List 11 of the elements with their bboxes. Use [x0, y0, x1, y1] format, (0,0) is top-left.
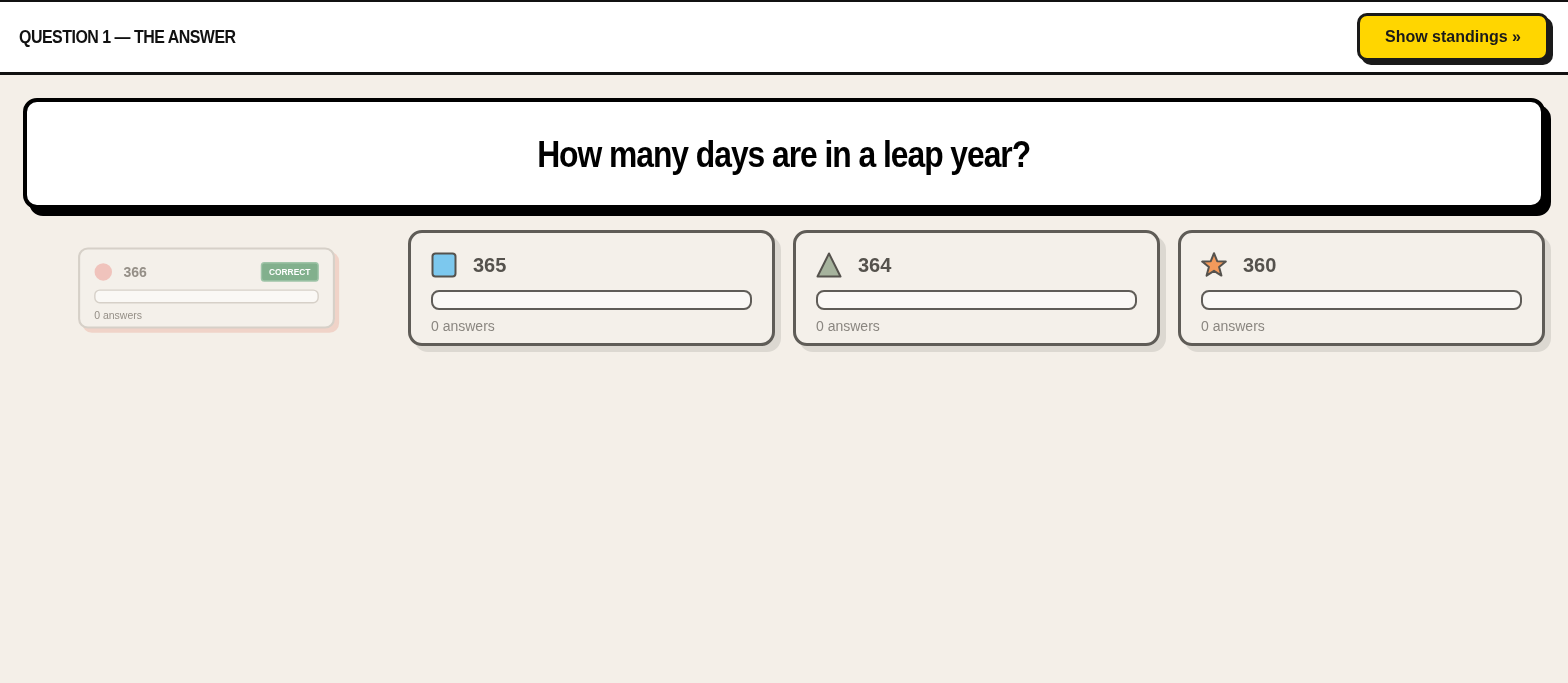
answer-count: 0 answers: [816, 317, 881, 336]
correct-badge: CORRECT: [260, 262, 319, 282]
answer-count: 0 answers: [1201, 317, 1266, 336]
answer-label: 364: [858, 253, 892, 278]
answer-label: 366: [123, 263, 147, 282]
answer-count: 0 answers: [94, 308, 143, 323]
answer-count: 0 answers: [431, 317, 496, 336]
question-text: How many days are in a leap year?: [537, 133, 1031, 178]
page-title: QUESTION 1 — THE ANSWER: [19, 24, 236, 49]
answer-label: 365: [473, 253, 507, 278]
answer-label: 360: [1243, 253, 1277, 278]
